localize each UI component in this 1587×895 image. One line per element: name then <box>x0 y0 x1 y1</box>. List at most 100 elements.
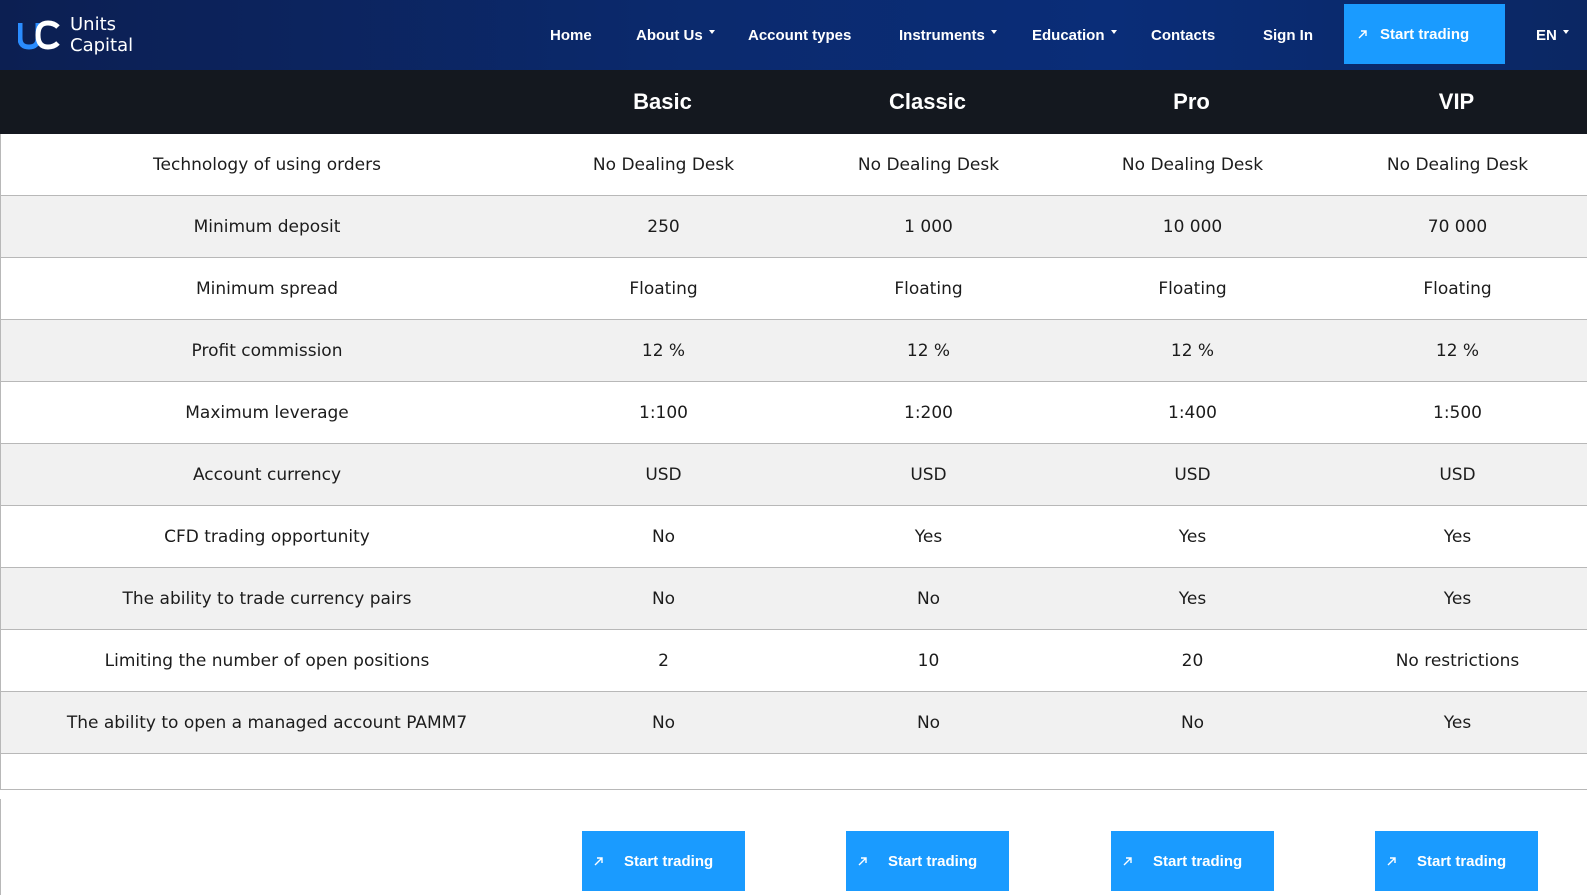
cell-basic: No <box>651 526 676 547</box>
arrow-up-right-icon <box>858 857 867 866</box>
row-label: Technology of using orders <box>153 154 381 175</box>
arrow-up-right-icon <box>1358 30 1367 39</box>
nav-sign-in-label: Sign In <box>1263 26 1313 44</box>
header-start-trading-button[interactable]: Start trading <box>1344 4 1505 64</box>
cell-pro: 12 % <box>1170 340 1215 361</box>
row-label: Account currency <box>192 464 342 485</box>
arrow-up-right-icon <box>1387 857 1396 866</box>
nav-home-label: Home <box>550 26 592 44</box>
table-spacer-row <box>1 754 1587 790</box>
cell-basic: USD <box>645 464 682 485</box>
site-header: Units Capital Home About Us Account type… <box>0 0 1587 70</box>
language-label: EN <box>1536 26 1557 44</box>
header-start-trading-label: Start trading <box>1380 25 1470 43</box>
cell-pro: 10 000 <box>1162 216 1223 237</box>
cell-vip: 1:500 <box>1433 402 1482 423</box>
nav-account-types[interactable]: Account types <box>748 24 851 46</box>
nav-instruments-label: Instruments <box>899 26 985 44</box>
row-label: The ability to trade currency pairs <box>122 588 412 609</box>
start-trading-basic-button[interactable]: Start trading <box>582 831 745 891</box>
cell-classic: USD <box>910 464 947 485</box>
nav-contacts-label: Contacts <box>1151 26 1216 44</box>
cell-basic: No <box>651 588 676 609</box>
cell-classic: No <box>916 588 941 609</box>
nav-instruments[interactable]: Instruments <box>899 24 997 46</box>
table-row: Minimum spread Floating Floating Floatin… <box>1 258 1587 320</box>
cell-classic: 1 000 <box>904 216 953 237</box>
plan-basic-title: Basic <box>633 89 692 114</box>
chevron-down-icon <box>1562 30 1569 34</box>
row-label: Maximum leverage <box>185 402 349 423</box>
table-row: Technology of using orders No Dealing De… <box>1 134 1587 196</box>
plan-vip-title: VIP <box>1438 89 1475 114</box>
cell-classic: No Dealing Desk <box>857 154 1000 175</box>
start-trading-row: Start trading Start trading Start tradin… <box>0 799 1587 895</box>
nav-education[interactable]: Education <box>1032 24 1117 46</box>
cell-classic: Yes <box>914 526 943 547</box>
table-row: Maximum leverage 1:100 1:200 1:400 1:500 <box>1 382 1587 444</box>
cell-pro: 20 <box>1181 650 1204 671</box>
nav-education-label: Education <box>1032 26 1105 44</box>
start-trading-pro-button[interactable]: Start trading <box>1111 831 1274 891</box>
cell-pro: Yes <box>1178 526 1207 547</box>
chevron-down-icon <box>990 30 997 34</box>
cell-vip: Yes <box>1443 588 1472 609</box>
table-row: Profit commission 12 % 12 % 12 % 12 % <box>1 320 1587 382</box>
start-trading-label: Start trading <box>1153 852 1243 870</box>
table-row: Minimum deposit 250 1 000 10 000 70 000 <box>1 196 1587 258</box>
row-label: Profit commission <box>191 340 343 361</box>
cell-vip: 70 000 <box>1427 216 1488 237</box>
plan-header-row: Basic Classic Pro VIP <box>0 70 1587 134</box>
row-label: Limiting the number of open positions <box>104 650 430 671</box>
cell-vip: USD <box>1439 464 1476 485</box>
table-row: Account currency USD USD USD USD <box>1 444 1587 506</box>
cell-basic: 1:100 <box>639 402 688 423</box>
cell-pro: 1:400 <box>1168 402 1217 423</box>
cell-pro: Floating <box>1158 278 1227 299</box>
cell-basic: No <box>651 712 676 733</box>
cell-classic: 10 <box>917 650 940 671</box>
nav-sign-in[interactable]: Sign In <box>1263 24 1313 46</box>
start-trading-label: Start trading <box>1417 852 1507 870</box>
start-trading-label: Start trading <box>624 852 714 870</box>
chevron-down-icon <box>1110 30 1117 34</box>
arrow-up-right-icon <box>1123 857 1132 866</box>
nav-contacts[interactable]: Contacts <box>1151 24 1215 46</box>
row-label: The ability to open a managed account PA… <box>66 712 468 733</box>
start-trading-vip-button[interactable]: Start trading <box>1375 831 1538 891</box>
cell-classic: 1:200 <box>904 402 953 423</box>
row-label: Minimum deposit <box>193 216 341 237</box>
language-selector[interactable]: EN <box>1536 24 1569 46</box>
cell-basic: 12 % <box>641 340 686 361</box>
cell-classic: No <box>916 712 941 733</box>
cell-classic: 12 % <box>906 340 951 361</box>
nav-account-types-label: Account types <box>748 26 852 44</box>
start-trading-label: Start trading <box>888 852 978 870</box>
nav-home[interactable]: Home <box>550 24 592 46</box>
plan-classic-title: Classic <box>888 89 967 114</box>
table-row: CFD trading opportunity No Yes Yes Yes <box>1 506 1587 568</box>
cell-basic: No Dealing Desk <box>592 154 735 175</box>
cell-vip: Yes <box>1443 526 1472 547</box>
start-trading-classic-button[interactable]: Start trading <box>846 831 1009 891</box>
cell-vip: Floating <box>1423 278 1492 299</box>
table-row: Limiting the number of open positions 2 … <box>1 630 1587 692</box>
cell-pro: No <box>1180 712 1205 733</box>
plan-pro-title: Pro <box>1173 89 1210 114</box>
cell-basic: Floating <box>629 278 698 299</box>
cell-basic: 250 <box>647 216 680 237</box>
cell-classic: Floating <box>894 278 963 299</box>
account-comparison-table: Technology of using orders No Dealing De… <box>0 134 1587 790</box>
cell-vip: No restrictions <box>1395 650 1520 671</box>
arrow-up-right-icon <box>594 857 603 866</box>
cell-vip: No Dealing Desk <box>1386 154 1529 175</box>
chevron-down-icon <box>708 30 715 34</box>
table-row: The ability to open a managed account PA… <box>1 692 1587 754</box>
cell-vip: 12 % <box>1435 340 1480 361</box>
cell-pro: USD <box>1174 464 1211 485</box>
table-row: The ability to trade currency pairs No N… <box>1 568 1587 630</box>
cell-basic: 2 <box>658 650 669 671</box>
nav-about-us[interactable]: About Us <box>636 24 715 46</box>
nav-about-us-label: About Us <box>636 26 703 44</box>
row-label: Minimum spread <box>195 278 339 299</box>
